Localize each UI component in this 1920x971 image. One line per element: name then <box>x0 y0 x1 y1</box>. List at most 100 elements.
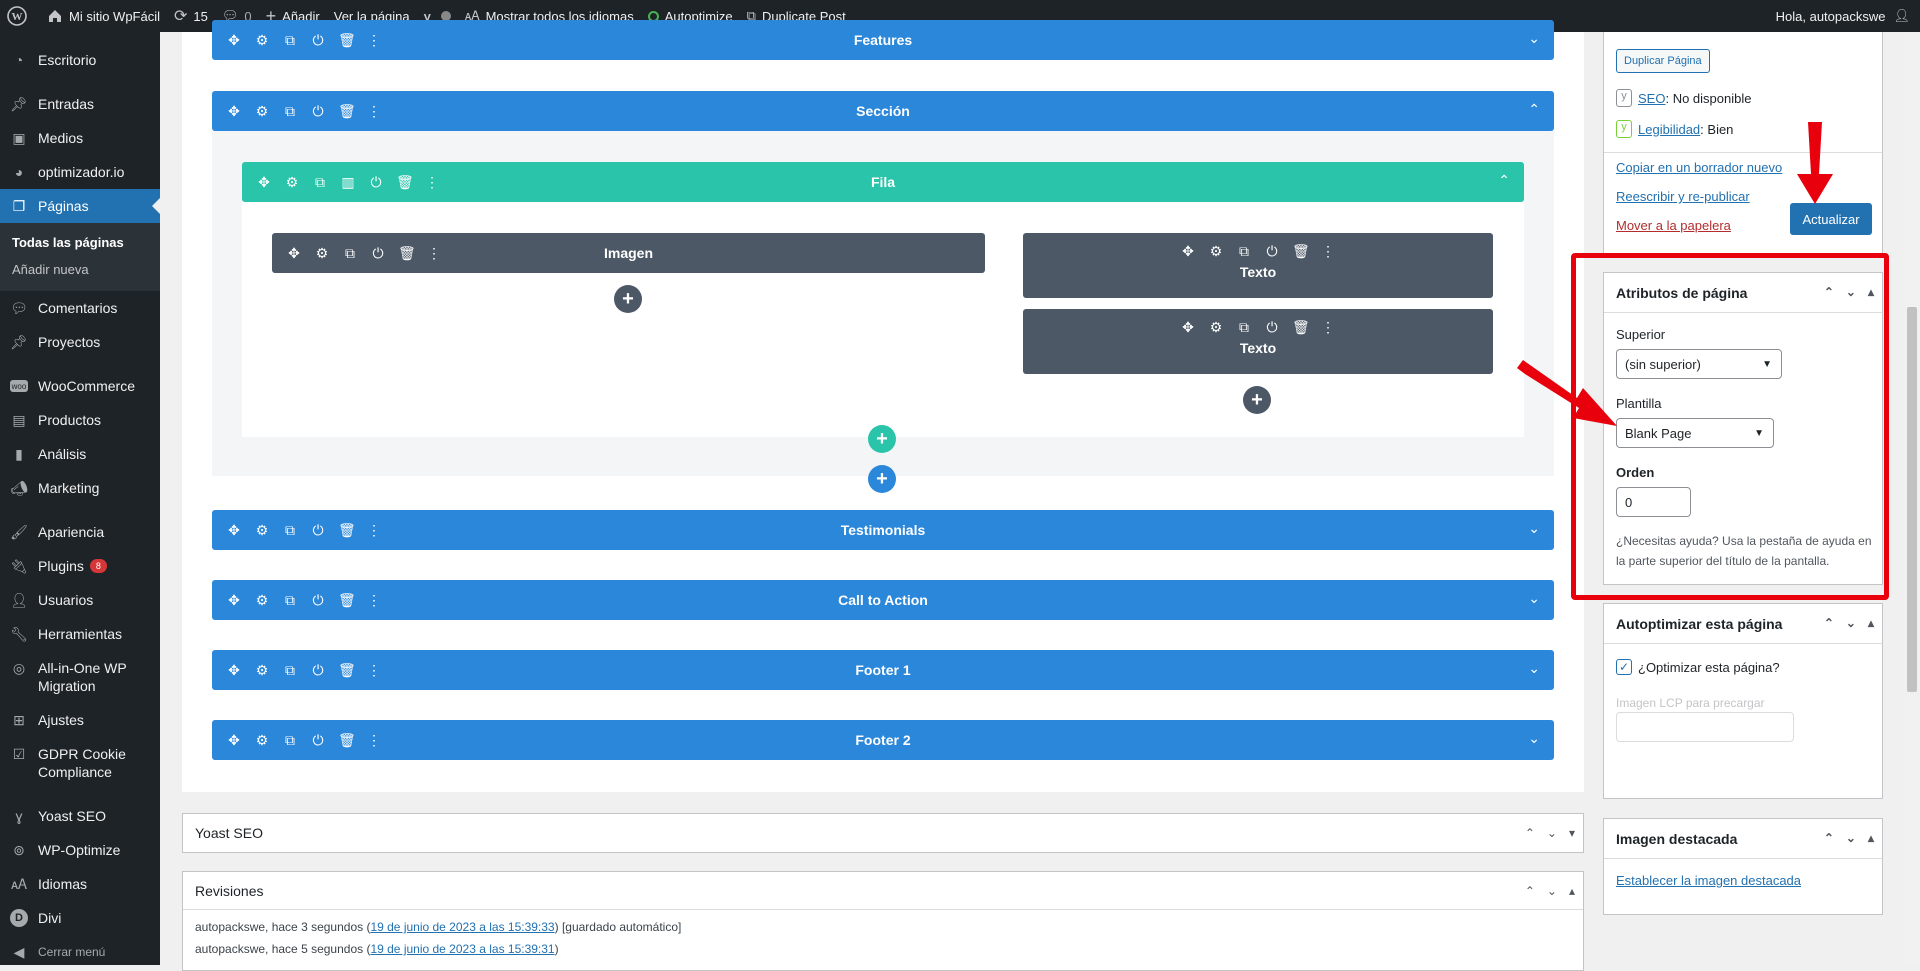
gear-icon[interactable]: ⚙ <box>1208 243 1224 260</box>
add-module-button[interactable]: + <box>614 285 642 313</box>
chevron-up-icon[interactable]: ⌃ <box>1824 616 1834 630</box>
gear-icon[interactable]: ⚙ <box>254 662 270 679</box>
section-footer-2[interactable]: ✥ ⚙ ⧉ ⏻ 🗑︎ ⋮ Footer 2 ⌄ <box>212 720 1554 760</box>
power-icon[interactable]: ⏻ <box>368 174 384 191</box>
chevron-down-icon[interactable]: ⌄ <box>1846 616 1856 630</box>
module-imagen[interactable]: ✥ ⚙ ⧉ ⏻ 🗑︎ ⋮ Imagen <box>272 233 985 273</box>
power-icon[interactable]: ⏻ <box>310 32 326 49</box>
sidebar-item-marketing[interactable]: 📣︎ Marketing <box>0 471 160 505</box>
more-icon[interactable]: ⋮ <box>366 522 382 539</box>
move-to-trash-link[interactable]: Mover a la papelera <box>1616 218 1731 233</box>
sidebar-item-usuarios[interactable]: 👤︎ Usuarios <box>0 583 160 617</box>
toggle-icon[interactable]: ▴ <box>1868 831 1874 845</box>
move-icon[interactable]: ✥ <box>226 103 242 120</box>
section-footer-1[interactable]: ✥ ⚙ ⧉ ⏻ 🗑︎ ⋮ Footer 1 ⌄ <box>212 650 1554 690</box>
toggle-icon[interactable]: ▴ <box>1569 884 1575 898</box>
more-icon[interactable]: ⋮ <box>366 592 382 609</box>
chevron-down-icon[interactable]: ⌄ <box>1528 30 1540 47</box>
seo-link[interactable]: SEO <box>1638 91 1665 106</box>
set-featured-image-link[interactable]: Establecer la imagen destacada <box>1616 873 1801 888</box>
box-title[interactable]: Imagen destacada ⌃ ⌄ ▴ <box>1604 819 1882 859</box>
row-fila[interactable]: ✥ ⚙ ⧉ ▥ ⏻ 🗑︎ ⋮ Fila ⌃ <box>242 162 1524 202</box>
power-icon[interactable]: ⏻ <box>310 662 326 679</box>
chevron-down-icon[interactable]: ⌄ <box>1528 660 1540 677</box>
power-icon[interactable]: ⏻ <box>310 522 326 539</box>
trash-icon[interactable]: 🗑︎ <box>338 103 356 120</box>
toggle-icon[interactable]: ▾ <box>1569 826 1575 840</box>
sidebar-item-medios[interactable]: ▣ Medios <box>0 121 160 155</box>
add-module-button[interactable]: + <box>1243 386 1271 414</box>
chevron-down-icon[interactable]: ⌄ <box>1846 831 1856 845</box>
sidebar-item-escritorio[interactable]: ◔ Escritorio <box>0 43 160 77</box>
move-icon[interactable]: ✥ <box>286 245 302 262</box>
toggle-icon[interactable]: ▴ <box>1868 616 1874 630</box>
more-icon[interactable]: ⋮ <box>1320 319 1336 336</box>
module-texto[interactable]: ✥ ⚙ ⧉ ⏻ 🗑︎ ⋮ Texto <box>1023 233 1493 298</box>
duplicate-icon[interactable]: ⧉ <box>282 662 298 679</box>
move-icon[interactable]: ✥ <box>226 592 242 609</box>
gear-icon[interactable]: ⚙ <box>254 522 270 539</box>
sidebar-item-collapse[interactable]: ◀ Cerrar menú <box>0 935 160 969</box>
sidebar-item-productos[interactable]: ▤ Productos <box>0 403 160 437</box>
sidebar-item-optimizador[interactable]: ◕ optimizador.io <box>0 155 160 189</box>
more-icon[interactable]: ⋮ <box>366 32 382 49</box>
revision-link[interactable]: 19 de junio de 2023 a las 15:39:31 <box>370 942 554 956</box>
power-icon[interactable]: ⏻ <box>310 592 326 609</box>
more-icon[interactable]: ⋮ <box>366 732 382 749</box>
sidebar-item-woocommerce[interactable]: woo WooCommerce <box>0 369 160 403</box>
metabox-title[interactable]: Yoast SEO ⌃ ⌄ ▾ <box>183 814 1583 852</box>
module-texto[interactable]: ✥ ⚙ ⧉ ⏻ 🗑︎ ⋮ Texto <box>1023 309 1493 374</box>
revision-link[interactable]: 19 de junio de 2023 a las 15:39:33 <box>370 920 554 934</box>
duplicate-icon[interactable]: ⧉ <box>282 103 298 120</box>
sidebar-item-plugins[interactable]: 🔌︎ Plugins 8 <box>0 549 160 583</box>
sidebar-item-divi[interactable]: D Divi <box>0 901 160 935</box>
submenu-all-pages[interactable]: Todas las páginas <box>0 229 160 256</box>
move-icon[interactable]: ✥ <box>226 732 242 749</box>
chevron-down-icon[interactable]: ⌄ <box>1547 826 1557 840</box>
wordpress-logo-icon[interactable]: W <box>0 0 40 32</box>
section-features[interactable]: ✥ ⚙ ⧉ ⏻ 🗑︎ ⋮ Features ⌄ <box>212 20 1554 60</box>
sidebar-item-paginas[interactable]: ❐ Páginas <box>0 189 160 223</box>
trash-icon[interactable]: 🗑︎ <box>398 245 416 262</box>
more-icon[interactable]: ⋮ <box>366 662 382 679</box>
trash-icon[interactable]: 🗑︎ <box>338 662 356 679</box>
trash-icon[interactable]: 🗑︎ <box>1292 243 1310 260</box>
add-section-button[interactable]: + <box>868 465 896 493</box>
trash-icon[interactable]: 🗑︎ <box>338 592 356 609</box>
copy-draft-link[interactable]: Copiar en un borrador nuevo <box>1616 160 1782 175</box>
sidebar-item-proyectos[interactable]: 📌︎ Proyectos <box>0 325 160 359</box>
chevron-down-icon[interactable]: ⌄ <box>1528 520 1540 537</box>
power-icon[interactable]: ⏻ <box>310 732 326 749</box>
move-icon[interactable]: ✥ <box>1180 319 1196 336</box>
chevron-up-icon[interactable]: ⌃ <box>1525 884 1535 898</box>
rewrite-republish-link[interactable]: Reescribir y re-publicar <box>1616 189 1750 204</box>
gear-icon[interactable]: ⚙ <box>1208 319 1224 336</box>
more-icon[interactable]: ⋮ <box>426 245 442 262</box>
trash-icon[interactable]: 🗑︎ <box>338 732 356 749</box>
sidebar-item-wp-optimize[interactable]: ⊚ WP-Optimize <box>0 833 160 867</box>
chevron-down-icon[interactable]: ⌄ <box>1547 884 1557 898</box>
chevron-up-icon[interactable]: ⌃ <box>1528 101 1540 118</box>
gear-icon[interactable]: ⚙ <box>284 174 300 191</box>
gear-icon[interactable]: ⚙ <box>254 32 270 49</box>
gear-icon[interactable]: ⚙ <box>254 732 270 749</box>
section-call-to-action[interactable]: ✥ ⚙ ⧉ ⏻ 🗑︎ ⋮ Call to Action ⌄ <box>212 580 1554 620</box>
optimize-checkbox[interactable]: ✓ <box>1616 659 1632 675</box>
gear-icon[interactable]: ⚙ <box>314 245 330 262</box>
duplicate-icon[interactable]: ⧉ <box>1236 319 1252 336</box>
gear-icon[interactable]: ⚙ <box>254 592 270 609</box>
more-icon[interactable]: ⋮ <box>424 174 440 191</box>
submenu-add-new[interactable]: Añadir nueva <box>0 256 160 283</box>
trash-icon[interactable]: 🗑︎ <box>1292 319 1310 336</box>
duplicate-icon[interactable]: ⧉ <box>282 522 298 539</box>
readability-link[interactable]: Legibilidad <box>1638 122 1700 137</box>
chevron-up-icon[interactable]: ⌃ <box>1525 826 1535 840</box>
power-icon[interactable]: ⏻ <box>1264 319 1280 336</box>
chevron-up-icon[interactable]: ⌃ <box>1824 831 1834 845</box>
scrollbar-thumb[interactable] <box>1907 307 1917 692</box>
site-name-link[interactable]: Mi sitio WpFácil <box>40 0 167 32</box>
move-icon[interactable]: ✥ <box>226 32 242 49</box>
add-row-button[interactable]: + <box>868 425 896 453</box>
duplicate-icon[interactable]: ⧉ <box>1236 243 1252 260</box>
trash-icon[interactable]: 🗑︎ <box>396 174 414 191</box>
